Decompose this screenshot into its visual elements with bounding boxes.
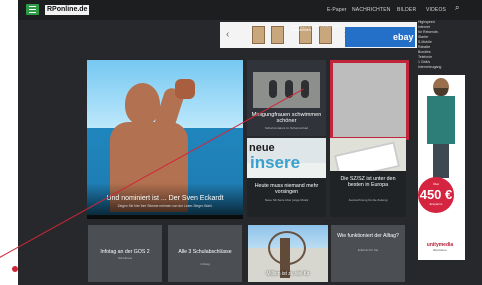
pointer-dot-icon <box>12 266 18 272</box>
product-thumb-1-icon <box>252 26 265 44</box>
tile-subtitle: Neue SZ-Serie über junge Musik <box>264 198 309 202</box>
news-tile[interactable]: Infotag an der GOS 2 Schulhaus <box>88 225 162 282</box>
news-tile[interactable]: Die SZ/SZ ist unter den besten in Europa… <box>330 138 406 217</box>
ad-text: Schnäppchen mit Rabatten und Gutscheinen… <box>291 24 341 32</box>
sidebar-item[interactable]: Internetzugang <box>418 65 478 70</box>
tile-title: Million ist zu viel für <box>266 271 310 277</box>
featured-subtitle: Zeigen Sie hier Ihre Stimme nehmen von d… <box>117 204 213 208</box>
tile-title: Die SZ/SZ ist unter den besten in Europa <box>340 176 396 188</box>
nav-epaper[interactable]: E-Paper <box>327 7 347 13</box>
menu-button[interactable] <box>26 4 39 15</box>
ebay-logo: ebay <box>393 32 414 42</box>
nav-bilder[interactable]: BILDER <box>397 7 416 13</box>
badge-price: 450 € <box>419 187 453 202</box>
selected-tile[interactable] <box>330 60 409 140</box>
ebay-ad[interactable]: ebay <box>345 27 415 47</box>
badge-top-text: Über <box>432 182 440 186</box>
nav-nachrichten[interactable]: NACHRICHTEN <box>352 7 391 13</box>
product-thumb-2-icon <box>271 26 284 44</box>
search-icon[interactable]: ⌕ <box>455 4 463 12</box>
tile-title: Infotag an der GOS 2 <box>100 249 150 255</box>
news-tile[interactable]: Wie funktioniert der Alltag? Erlebnis fü… <box>331 225 405 282</box>
brand-subtitle: Business <box>433 248 447 252</box>
ad-person-image <box>425 76 457 180</box>
news-tile[interactable]: Alle 3 Schulabschlüsse Infotag <box>168 225 242 282</box>
news-tile[interactable]: neue insere Heute muss niemand mehr vors… <box>247 138 326 217</box>
brand-logo: unitymedia Business <box>423 242 457 252</box>
tile-title: Alle 3 Schulabschlüsse <box>178 249 232 255</box>
sidebar-link-list: Highspeed Internet für Reisende, Starter… <box>418 20 478 72</box>
site-logo[interactable]: RPonline.de <box>45 5 90 15</box>
nav-videos[interactable]: VIDEOS <box>426 7 446 13</box>
news-tile-image[interactable]: Million ist zu viel für <box>248 225 328 282</box>
tile-subtitle: Schulhaus <box>117 256 132 260</box>
featured-title[interactable]: Und nominiert ist ... Der Sven Eckardt <box>89 195 241 202</box>
tile-subtitle: Erlebnis für Sie <box>357 248 379 252</box>
tile-subtitle: Schwimmtalent im Schwimmbad <box>264 126 309 130</box>
tile-title: Minigungfrauen schwimmen schöner <box>251 112 322 124</box>
badge-bottom-text: Ersparnis <box>429 202 443 206</box>
tile-title: Heute muss niemand mehr vorsingen <box>254 183 319 195</box>
tile-subtitle: Auszeichnung für die Zeitung <box>348 198 388 202</box>
tile-subtitle: Infotag <box>200 262 210 266</box>
chevron-left-icon[interactable]: ‹ <box>226 29 229 40</box>
newspaper-heading-2: insere <box>250 153 301 172</box>
tile-title: Wie funktioniert der Alltag? <box>337 233 399 239</box>
price-badge: Über 450 € Ersparnis <box>418 177 454 213</box>
